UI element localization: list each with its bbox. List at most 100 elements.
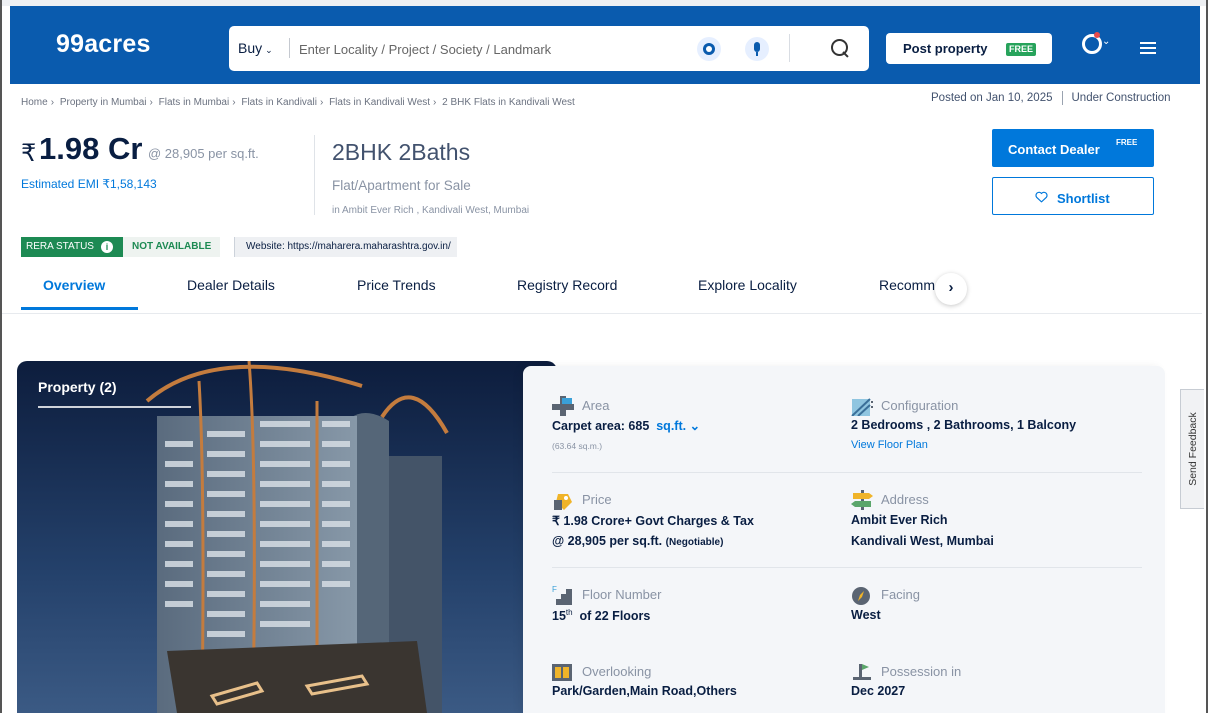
user-account-icon[interactable] bbox=[1078, 32, 1102, 54]
chevron-down-icon[interactable]: ⌄ bbox=[1102, 36, 1110, 47]
search-bar: Buy ⌄ bbox=[229, 26, 869, 71]
divider bbox=[552, 567, 1142, 568]
property-image[interactable]: Property (2) bbox=[17, 361, 557, 713]
divider bbox=[314, 135, 315, 215]
compass-icon bbox=[852, 587, 870, 605]
logo[interactable]: 99acres bbox=[56, 30, 151, 59]
section-tabs: Overview Dealer Details Price Trends Reg… bbox=[2, 273, 1202, 313]
page: 99acres Buy⌄ Post property FREE ⌄ Home› … bbox=[0, 0, 1208, 713]
configuration-icon bbox=[851, 398, 873, 416]
divider bbox=[552, 472, 1142, 473]
tab-overflow: Recommendations bbox=[879, 273, 935, 303]
listing-type: Flat/Apartment for Sale bbox=[332, 178, 471, 193]
svg-text:F: F bbox=[552, 585, 557, 594]
info-icon[interactable]: i bbox=[101, 241, 113, 253]
chevron-down-icon[interactable]: ⌄ bbox=[690, 419, 700, 433]
price-rate: @ 28,905 per sq.ft. bbox=[552, 534, 663, 548]
contact-dealer-button[interactable]: Contact Dealer FREE bbox=[992, 129, 1154, 167]
overlooking-title: Overlooking bbox=[582, 664, 652, 679]
breadcrumb-link[interactable]: Flats in Kandivali bbox=[241, 97, 317, 108]
send-feedback-label: Send Feedback bbox=[1186, 412, 1199, 486]
shortlist-label: Shortlist bbox=[1057, 191, 1110, 206]
breadcrumb-current: 2 BHK Flats in Kandivali West bbox=[442, 97, 575, 108]
divider bbox=[2, 313, 1202, 314]
shortlist-button[interactable]: Shortlist bbox=[992, 177, 1154, 215]
contact-dealer-label: Contact Dealer bbox=[1008, 142, 1100, 157]
search-input[interactable] bbox=[299, 39, 679, 59]
post-property-button[interactable]: Post property FREE bbox=[886, 33, 1052, 64]
rupee-symbol: ₹ bbox=[21, 140, 37, 167]
posted-date: Posted on Jan 10, 2025 bbox=[931, 92, 1053, 105]
view-floor-plan-link[interactable]: View Floor Plan bbox=[851, 439, 928, 451]
rera-status-badge: RERA STATUS i bbox=[21, 237, 123, 257]
construction-status: Under Construction bbox=[1071, 92, 1171, 105]
chevron-right-icon[interactable]: › bbox=[935, 273, 967, 305]
facing-value: West bbox=[851, 608, 881, 622]
hamburger-menu-icon[interactable] bbox=[1140, 42, 1156, 54]
facing-title: Facing bbox=[881, 587, 921, 602]
listing-meta: Posted on Jan 10, 2025 Under Construction bbox=[931, 91, 1171, 105]
tab-overview[interactable]: Overview bbox=[43, 277, 105, 293]
price-value: ₹ 1.98 Crore+ Govt Charges & Tax bbox=[552, 514, 754, 528]
carpet-area: Carpet area: 685 bbox=[552, 419, 650, 433]
send-feedback-tab[interactable]: Send Feedback bbox=[1180, 389, 1204, 509]
breadcrumb-link[interactable]: Home bbox=[21, 97, 48, 108]
possession-title: Possession in bbox=[881, 664, 962, 679]
floor-number: 15 bbox=[552, 609, 566, 624]
overlooking-value: Park/Garden,Main Road,Others bbox=[552, 684, 737, 698]
tab-price-trends[interactable]: Price Trends bbox=[357, 277, 436, 293]
configuration-value: 2 Bedrooms , 2 Bathrooms, 1 Balcony bbox=[851, 418, 1077, 432]
building-illustration bbox=[17, 361, 557, 713]
rera-label: RERA STATUS bbox=[26, 241, 94, 252]
floor-suffix: th bbox=[565, 608, 573, 617]
rera-availability: NOT AVAILABLE bbox=[123, 237, 221, 257]
buy-label: Buy bbox=[238, 40, 263, 56]
tab-recommendations[interactable]: Recommendations bbox=[879, 277, 935, 293]
possession-value: Dec 2027 bbox=[851, 684, 906, 698]
breadcrumb-link[interactable]: Property in Mumbai bbox=[60, 97, 147, 108]
negotiable-tag: (Negotiable) bbox=[665, 537, 724, 548]
search-icon[interactable] bbox=[829, 37, 849, 59]
floor-total: of 22 Floors bbox=[579, 609, 651, 624]
heart-icon bbox=[1035, 191, 1048, 203]
chevron-down-icon: ⌄ bbox=[265, 45, 273, 55]
address-line1: Ambit Ever Rich bbox=[851, 513, 948, 527]
price-per-sqft: @ 28,905 per sq.ft. bbox=[148, 146, 259, 161]
location-target-icon[interactable] bbox=[697, 37, 721, 61]
listing-title: 2BHK 2Baths bbox=[332, 139, 471, 165]
area-icon bbox=[552, 396, 574, 416]
rera-website: Website: https://maharera.maharashtra.go… bbox=[234, 237, 457, 257]
post-property-label: Post property bbox=[903, 41, 988, 56]
area-unit-dropdown[interactable]: sq.ft. bbox=[656, 419, 686, 433]
breadcrumb-link[interactable]: Flats in Kandivali West bbox=[329, 97, 430, 108]
breadcrumb: Home › Property in Mumbai › Flats in Mumba… bbox=[21, 97, 575, 108]
tab-registry-record[interactable]: Registry Record bbox=[517, 277, 617, 293]
divider bbox=[789, 34, 790, 62]
overlooking-window-icon bbox=[552, 664, 572, 681]
area-value: Carpet area: 685 sq.ft. ⌄ bbox=[552, 418, 700, 433]
listing-location: in Ambit Ever Rich , Kandivali West, Mum… bbox=[332, 205, 530, 216]
price-tag-icon bbox=[554, 494, 572, 510]
active-tab-indicator bbox=[21, 307, 138, 310]
gallery-label-underline bbox=[38, 406, 191, 408]
floor-title: Floor Number bbox=[582, 587, 662, 602]
tab-explore-locality[interactable]: Explore Locality bbox=[698, 277, 797, 293]
property-details-card: Area Carpet area: 685 sq.ft. ⌄ (63.64 sq… bbox=[523, 366, 1165, 713]
buy-dropdown[interactable]: Buy ⌄ bbox=[238, 40, 273, 56]
configuration-title: Configuration bbox=[881, 398, 959, 413]
header: 99acres Buy⌄ Post property FREE ⌄ bbox=[10, 6, 1200, 84]
floor-value: 15th of 22 Floors bbox=[552, 608, 650, 623]
microphone-icon[interactable] bbox=[745, 37, 769, 61]
price-title: Price bbox=[582, 492, 612, 507]
area-sqm: (63.64 sq.m.) bbox=[552, 441, 603, 451]
price-rate-value: @ 28,905 per sq.ft. (Negotiable) bbox=[552, 534, 723, 548]
emi-link[interactable]: Estimated EMI ₹1,58,143 bbox=[21, 177, 157, 191]
tab-dealer-details[interactable]: Dealer Details bbox=[187, 277, 275, 293]
address-line2: Kandivali West, Mumbai bbox=[851, 534, 994, 548]
address-title: Address bbox=[881, 492, 929, 507]
area-title: Area bbox=[582, 398, 610, 413]
breadcrumb-link[interactable]: Flats in Mumbai bbox=[159, 97, 230, 108]
possession-icon bbox=[853, 664, 871, 680]
gallery-label: Property (2) bbox=[38, 379, 117, 395]
free-badge: FREE bbox=[1006, 43, 1036, 56]
